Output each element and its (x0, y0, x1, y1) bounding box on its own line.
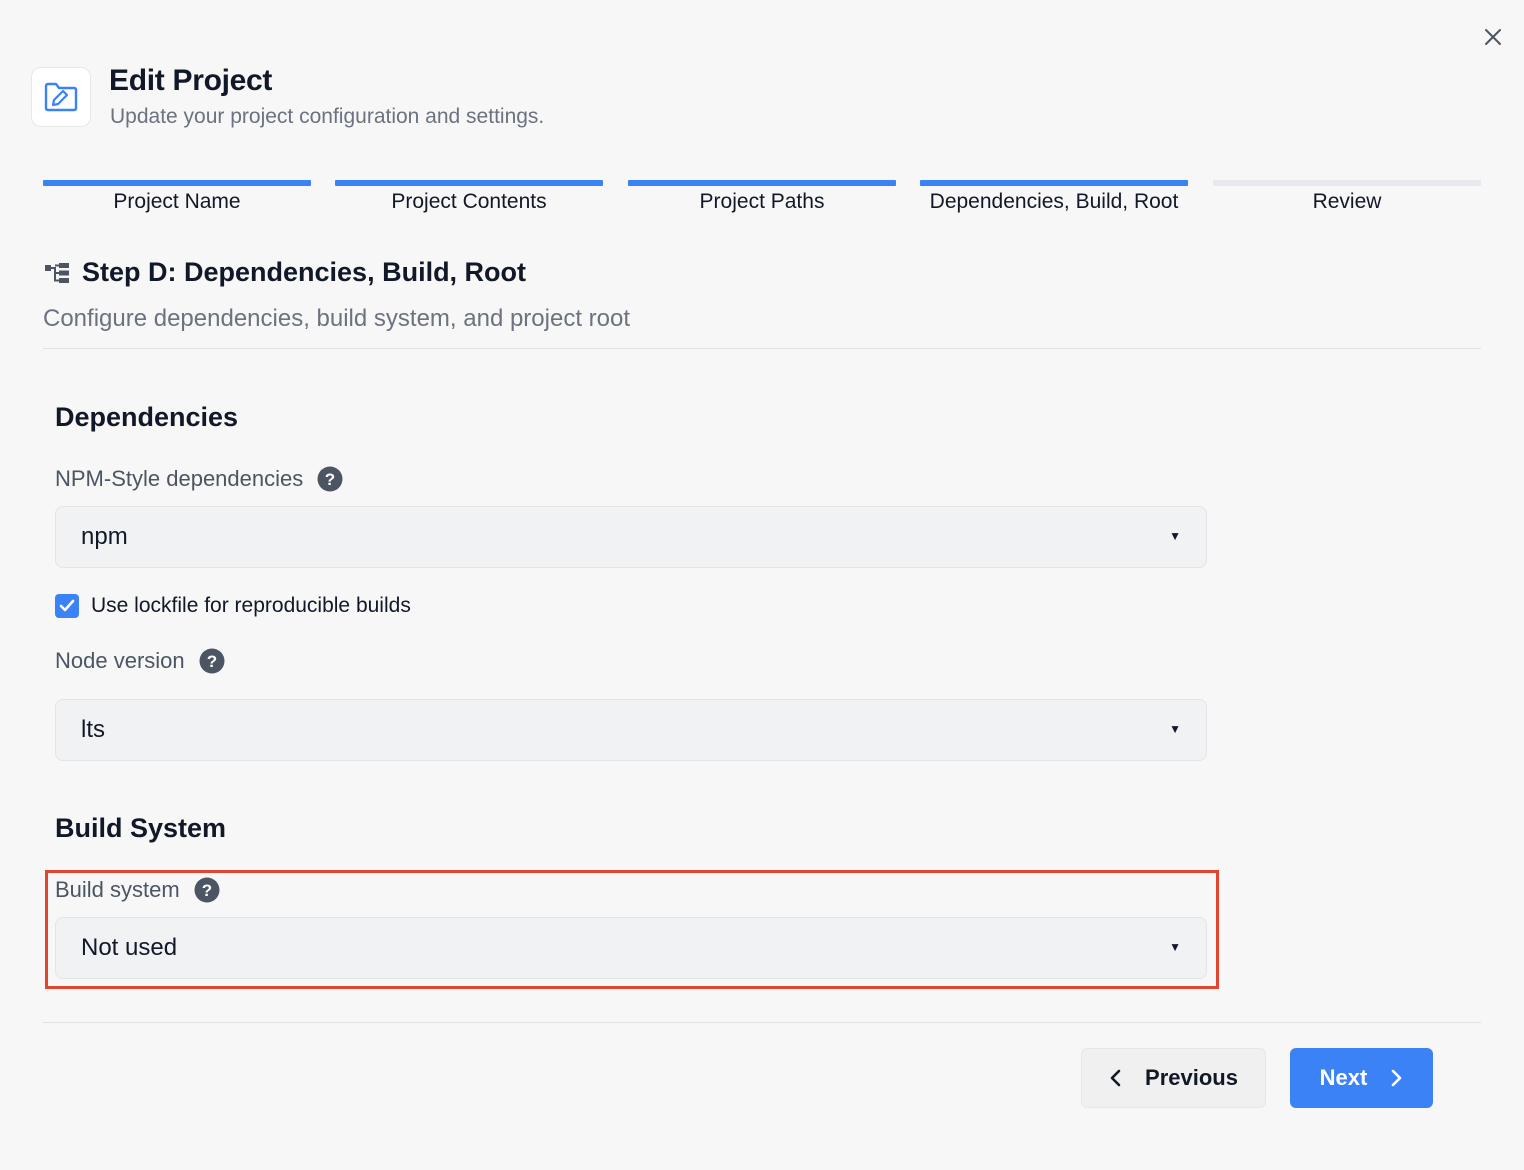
folder-edit-icon (44, 82, 78, 112)
chevron-right-icon (1392, 1069, 1402, 1087)
svg-text:?: ? (206, 652, 216, 671)
select-value: npm (81, 523, 128, 550)
dialog-title: Edit Project (109, 64, 273, 97)
npm-dependencies-select[interactable]: npm ▼ (55, 506, 1207, 568)
help-icon[interactable]: ? (317, 466, 343, 492)
previous-button[interactable]: Previous (1081, 1048, 1266, 1108)
edit-project-dialog: Edit Project Update your project configu… (0, 0, 1524, 1170)
chevron-left-icon (1110, 1069, 1121, 1087)
build-system-section-title: Build System (55, 813, 227, 843)
lockfile-checkbox-label: Use lockfile for reproducible builds (91, 594, 411, 617)
caret-down-icon: ▼ (1169, 722, 1181, 736)
lockfile-checkbox-row[interactable]: Use lockfile for reproducible builds (55, 594, 411, 618)
step-dependencies-build-root[interactable]: Dependencies, Build, Root (920, 180, 1188, 220)
select-value: lts (81, 716, 105, 743)
npm-dependencies-label-text: NPM-Style dependencies (55, 466, 304, 491)
help-icon[interactable]: ? (199, 648, 225, 674)
divider (43, 348, 1481, 349)
step-progress-bar (920, 180, 1188, 186)
dialog-subtitle: Update your project configuration and se… (110, 105, 545, 128)
highlight-box (45, 870, 1219, 989)
hierarchy-icon (45, 263, 69, 283)
step-label: Project Contents (391, 190, 547, 213)
step-progress-bar (1213, 180, 1481, 186)
step-label: Dependencies, Build, Root (929, 190, 1179, 213)
next-button[interactable]: Next (1290, 1048, 1433, 1108)
lockfile-checkbox[interactable] (55, 594, 79, 618)
stepper: Project Name Project Contents Project Pa… (43, 180, 1481, 220)
step-description: Configure dependencies, build system, an… (43, 305, 631, 332)
step-label: Review (1312, 190, 1382, 213)
step-heading: Step D: Dependencies, Build, Root (82, 257, 527, 287)
step-label: Project Name (113, 190, 241, 213)
node-version-label-text: Node version (55, 648, 185, 673)
node-version-select[interactable]: lts ▼ (55, 699, 1207, 761)
close-button[interactable] (1478, 22, 1508, 52)
dependencies-section-title: Dependencies (55, 402, 239, 432)
header-icon-box (31, 67, 91, 127)
previous-button-label: Previous (1145, 1065, 1238, 1090)
step-project-contents[interactable]: Project Contents (335, 180, 603, 220)
step-project-paths[interactable]: Project Paths (628, 180, 896, 220)
step-progress-bar (43, 180, 311, 186)
footer-divider (43, 1022, 1481, 1023)
close-icon (1485, 29, 1501, 45)
next-button-label: Next (1319, 1065, 1368, 1090)
caret-down-icon: ▼ (1169, 529, 1181, 543)
step-label: Project Paths (699, 190, 825, 213)
svg-text:?: ? (325, 470, 335, 489)
step-project-name[interactable]: Project Name (43, 180, 311, 220)
step-progress-bar (628, 180, 896, 186)
node-version-label: Node version ? (55, 648, 225, 674)
step-progress-bar (335, 180, 603, 186)
step-review[interactable]: Review (1213, 180, 1481, 220)
checkmark-icon (59, 599, 75, 612)
npm-dependencies-label: NPM-Style dependencies ? (55, 466, 343, 492)
